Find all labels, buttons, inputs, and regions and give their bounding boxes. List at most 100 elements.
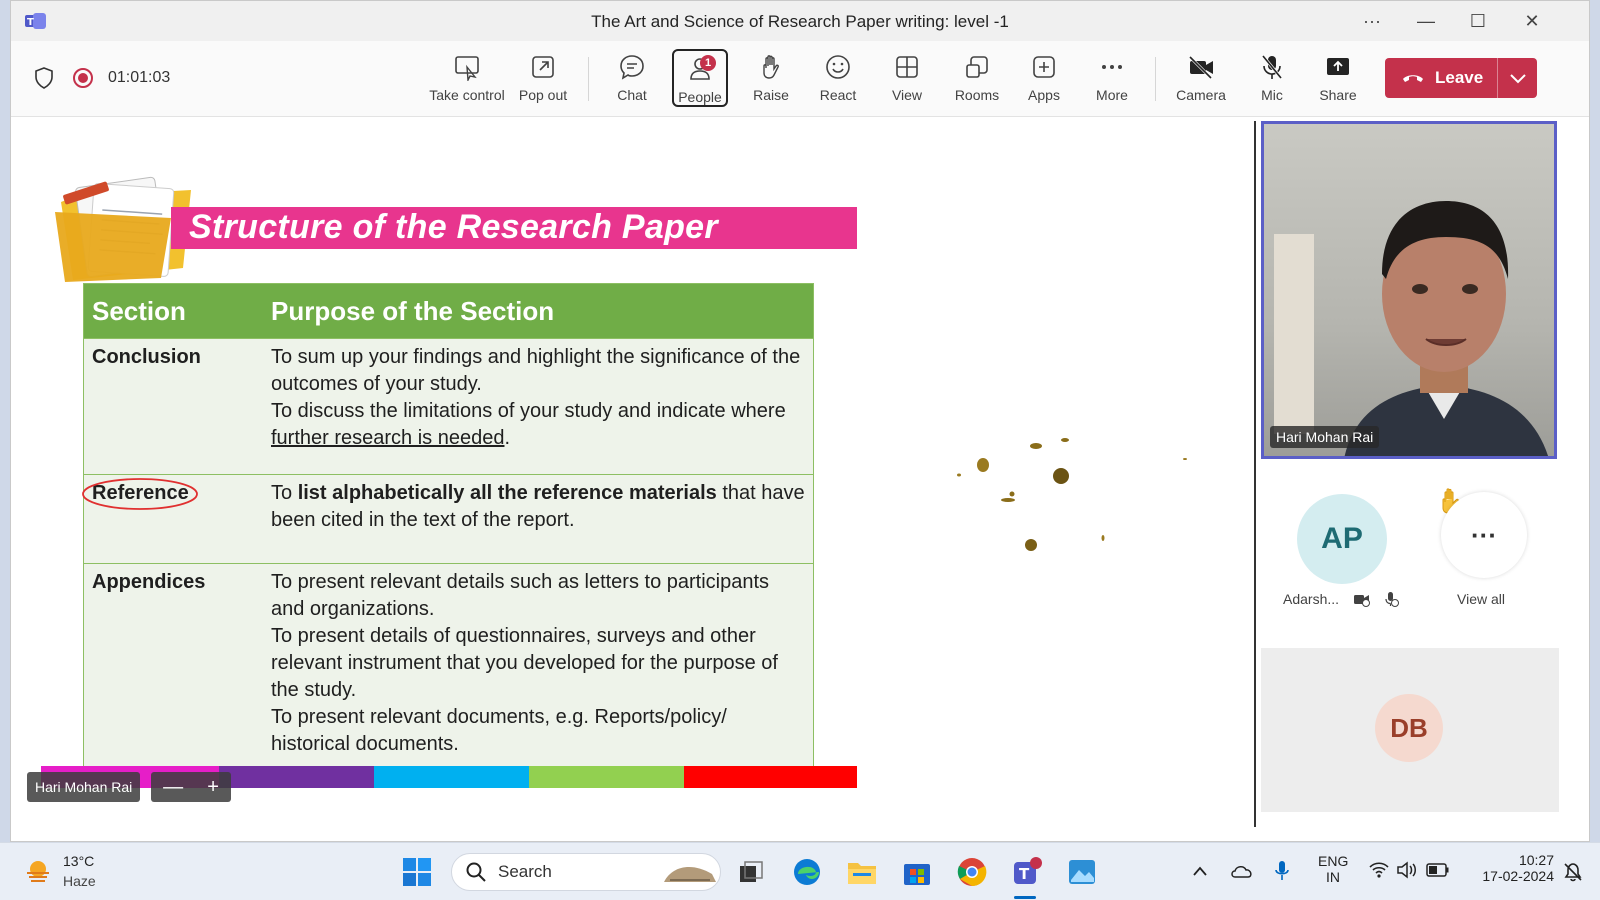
notifications-bell-icon[interactable] xyxy=(1562,861,1584,883)
clock-date: 17-02-2024 xyxy=(1482,868,1554,884)
raise-label: Raise xyxy=(753,87,789,103)
windows-taskbar: 13°C Haze Search T ENG IN 10:27 17-02-202… xyxy=(0,842,1600,900)
windows-start-icon[interactable] xyxy=(402,857,432,887)
teams-meeting-window: T The Art and Science of Research Paper … xyxy=(10,0,1590,842)
take-control-icon xyxy=(455,56,479,81)
clock-time: 10:27 xyxy=(1518,852,1554,868)
search-highlight-icon xyxy=(664,867,716,882)
table-header: Section Purpose of the Section xyxy=(84,284,813,338)
task-view-icon[interactable] xyxy=(734,855,768,889)
react-button[interactable]: React xyxy=(813,49,863,109)
take-control-label: Take control xyxy=(429,87,505,103)
participant-name-ap: Adarsh... xyxy=(1283,591,1340,607)
pop-out-label: Pop out xyxy=(518,87,568,103)
raise-hand-button[interactable]: Raise xyxy=(746,49,796,109)
shield-icon xyxy=(35,67,53,89)
purpose-text: . xyxy=(504,427,511,449)
chevron-up-icon[interactable] xyxy=(1192,865,1208,877)
color-segment xyxy=(374,766,529,788)
toolbar-divider xyxy=(1155,57,1156,101)
camera-off-icon xyxy=(1188,55,1213,80)
more-button[interactable]: More xyxy=(1087,49,1137,109)
participant-tile-db[interactable]: DB xyxy=(1261,648,1559,812)
view-all-button[interactable]: ··· xyxy=(1441,492,1527,578)
screen-artifact-dots xyxy=(957,438,1187,551)
row-purpose: To present relevant details such as lett… xyxy=(271,564,813,768)
recording-indicator-icon xyxy=(73,68,93,88)
leave-label: Leave xyxy=(1435,68,1484,87)
onedrive-cloud-icon[interactable] xyxy=(1230,863,1254,879)
apps-icon xyxy=(1033,56,1055,78)
view-button[interactable]: View xyxy=(882,49,932,109)
share-button[interactable]: Share xyxy=(1313,49,1363,109)
microphone-icon[interactable] xyxy=(1274,859,1290,883)
rooms-button[interactable]: Rooms xyxy=(949,49,1005,109)
take-control-button[interactable]: Take control xyxy=(429,49,505,109)
teams-taskbar-icon[interactable]: T xyxy=(1010,855,1044,889)
leave-options-button[interactable] xyxy=(1498,72,1537,84)
purpose-line: To sum up your findings and highlight th… xyxy=(271,346,801,395)
microsoft-store-icon[interactable] xyxy=(900,855,934,889)
zoom-in-button[interactable]: + xyxy=(207,776,219,799)
row-purpose: To list alphabetically all the reference… xyxy=(271,475,813,563)
participant-avatar-ap[interactable]: AP xyxy=(1297,494,1387,584)
people-button[interactable]: People 1 xyxy=(672,49,728,107)
clock[interactable]: 10:27 17-02-2024 xyxy=(1480,852,1554,884)
weather-temperature[interactable]: 13°C xyxy=(63,853,94,869)
chat-button[interactable]: Chat xyxy=(607,49,657,109)
participant-avatar-db: DB xyxy=(1375,694,1443,762)
pop-out-button[interactable]: Pop out xyxy=(515,49,571,109)
table-row: Reference To list alphabetically all the… xyxy=(82,474,813,563)
shared-content-stage: Structure of the Research Paper Section … xyxy=(11,118,1253,828)
purpose-line: To present relevant documents, e.g. Repo… xyxy=(271,706,727,755)
view-label: View xyxy=(891,87,923,103)
close-button[interactable]: ✕ xyxy=(1511,7,1553,35)
color-segment xyxy=(529,766,684,788)
purpose-line: To discuss the limitations of your study… xyxy=(271,398,805,452)
more-label: More xyxy=(1096,87,1128,103)
apps-label: Apps xyxy=(1028,87,1060,103)
photos-app-icon[interactable] xyxy=(1065,855,1099,889)
battery-icon[interactable] xyxy=(1426,863,1450,877)
edge-browser-icon[interactable] xyxy=(790,855,824,889)
zoom-out-button[interactable]: — xyxy=(163,776,183,799)
camera-button[interactable]: Camera xyxy=(1173,49,1229,109)
more-icon xyxy=(1102,65,1122,69)
chat-label: Chat xyxy=(617,87,647,103)
share-icon xyxy=(1327,58,1349,75)
wifi-icon[interactable] xyxy=(1368,861,1390,879)
row-section-appendices: Appendices xyxy=(92,571,206,593)
view-all-label[interactable]: View all xyxy=(1457,591,1505,607)
leave-button[interactable]: Leave xyxy=(1385,58,1497,98)
language-indicator[interactable]: ENG IN xyxy=(1318,853,1348,885)
annotation-circle xyxy=(82,478,198,510)
pop-out-icon xyxy=(532,56,554,78)
volume-icon[interactable] xyxy=(1396,861,1418,879)
zoom-controls: — + xyxy=(151,772,231,802)
react-icon xyxy=(826,55,850,79)
window-more-button[interactable]: ··· xyxy=(1351,7,1393,35)
file-explorer-icon[interactable] xyxy=(845,855,879,889)
maximize-button[interactable]: ☐ xyxy=(1457,7,1499,35)
weather-condition[interactable]: Haze xyxy=(63,873,96,889)
purpose-line: To present details of questionnaires, su… xyxy=(271,625,778,701)
color-segment xyxy=(684,766,857,788)
weather-haze-icon[interactable] xyxy=(24,857,52,885)
minimize-button[interactable]: — xyxy=(1405,7,1447,35)
row-section-reference: Reference xyxy=(82,475,271,563)
meeting-timer: 01:01:03 xyxy=(108,69,171,86)
stage-divider xyxy=(1254,121,1256,827)
apps-button[interactable]: Apps xyxy=(1019,49,1069,109)
phone-hangup-icon xyxy=(1403,75,1423,82)
table-row: Conclusion To sum up your findings and h… xyxy=(84,338,813,474)
meeting-toolbar: 01:01:03 Take control Pop out Chat Peopl… xyxy=(11,41,1589,117)
mic-button[interactable]: Mic xyxy=(1247,49,1297,109)
chrome-browser-icon[interactable] xyxy=(955,855,989,889)
taskbar-search-input[interactable]: Search xyxy=(451,853,721,891)
table-row: Appendices To present relevant details s… xyxy=(84,563,813,768)
main-video-tile[interactable]: Hari Mohan Rai xyxy=(1261,121,1557,459)
people-count-badge: 1 xyxy=(700,55,716,71)
bold-text: list alphabetically all the reference ma… xyxy=(297,482,717,504)
camera-label: Camera xyxy=(1176,87,1226,103)
search-icon xyxy=(466,862,486,882)
